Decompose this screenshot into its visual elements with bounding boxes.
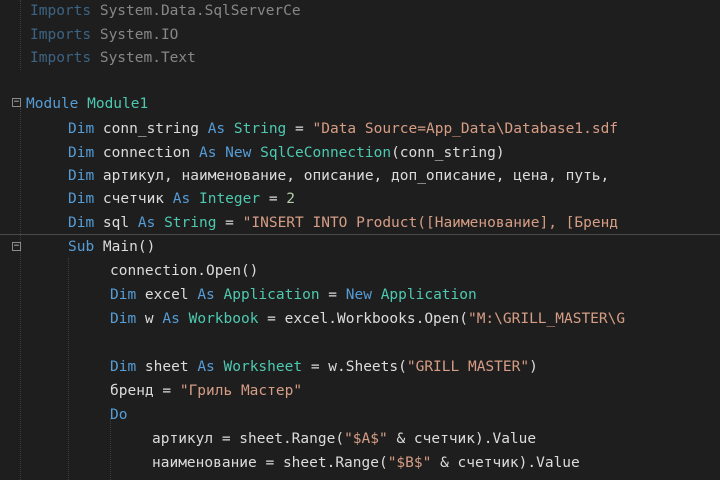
code-line-2[interactable]: Imports System.IO <box>0 24 720 46</box>
code-text: (conn_string) <box>391 145 505 161</box>
code-text: System.IO <box>91 27 179 43</box>
code-text: connection <box>94 145 199 161</box>
keyword: As <box>197 287 215 303</box>
code-text: = <box>319 287 346 303</box>
keyword: Module <box>26 96 79 112</box>
string-literal: "GRILL MASTER" <box>406 359 530 375</box>
type-name: String <box>233 121 287 137</box>
keyword: As <box>197 359 215 375</box>
string-literal: "INSERT INTO Product([Наименование], [Бр… <box>242 215 619 231</box>
string-literal: "Data Source=App_Data\Database1.sdf <box>312 121 619 137</box>
code-line-1[interactable]: Imports System.Data.SqlServerCe <box>0 0 720 22</box>
code-line-open[interactable]: connection.Open() <box>0 260 720 282</box>
keyword: Dim <box>68 121 95 137</box>
code-text: System.Data.SqlServerCe <box>91 3 301 19</box>
code-text: счетчик <box>94 191 173 207</box>
string-literal: "M:\GRILL_MASTER\G <box>467 311 626 327</box>
keyword: As <box>162 311 180 327</box>
collapse-module-icon[interactable]: − <box>12 98 21 107</box>
keyword: Dim <box>68 145 95 161</box>
keyword: Do <box>110 407 128 423</box>
code-text: sql <box>94 215 138 231</box>
keyword: Dim <box>68 168 95 184</box>
code-text: Main() <box>94 239 156 255</box>
code-text: connection.Open() <box>110 263 259 279</box>
code-line-sub-main[interactable]: Sub Main() <box>0 236 720 258</box>
type-name: Worksheet <box>223 359 303 375</box>
keyword: Imports <box>30 50 92 66</box>
code-text: w <box>136 311 163 327</box>
code-line-vars[interactable]: Dim артикул, наименование, описание, доп… <box>0 165 720 187</box>
code-line-3[interactable]: Imports System.Text <box>0 47 720 69</box>
module-name: Module1 <box>78 96 149 112</box>
code-text: артикул = sheet.Range( <box>152 431 345 447</box>
code-text: ) <box>529 359 538 375</box>
type-name: Application <box>223 287 320 303</box>
code-text: = excel.Workbooks.Open( <box>258 311 468 327</box>
code-text: & счетчик).Value <box>387 431 537 447</box>
code-line-conn-string[interactable]: Dim conn_string As String = "Data Source… <box>0 118 720 140</box>
keyword: As <box>207 121 226 137</box>
code-line-sheet[interactable]: Dim sheet As Worksheet = w.Sheets("GRILL… <box>0 356 720 378</box>
keyword: Sub <box>68 239 95 255</box>
code-line-excel[interactable]: Dim excel As Application = New Applicati… <box>0 284 720 306</box>
string-literal: "$A$" <box>344 431 388 447</box>
type-name: SqlCeConnection <box>260 145 392 161</box>
code-text: артикул, наименование, описание, доп_опи… <box>94 168 610 184</box>
code-text: & счетчик).Value <box>431 455 580 471</box>
code-text: sheet <box>136 359 198 375</box>
code-text: = <box>216 215 243 231</box>
keyword: Imports <box>30 3 92 19</box>
keyword: Dim <box>110 311 137 327</box>
keyword: Dim <box>110 359 137 375</box>
type-name: Workbook <box>188 311 259 327</box>
type-name: String <box>164 215 217 231</box>
keyword: As <box>198 145 217 161</box>
code-text: наименование = sheet.Range( <box>152 455 388 471</box>
number-literal: 2 <box>286 191 296 207</box>
keyword: New <box>345 287 372 303</box>
code-text: = <box>286 121 313 137</box>
string-literal: "Гриль Мастер" <box>179 383 303 399</box>
code-text: = w.Sheets( <box>302 359 407 375</box>
code-line-name[interactable]: наименование = sheet.Range("$B$" & счетч… <box>0 452 720 474</box>
type-name: Integer <box>198 191 261 207</box>
current-line-highlight <box>0 234 720 235</box>
keyword: Imports <box>30 27 92 43</box>
type-name: Application <box>380 287 477 303</box>
code-editor[interactable]: Imports System.Data.SqlServerCe Imports … <box>0 0 720 480</box>
code-line-workbook[interactable]: Dim w As Workbook = excel.Workbooks.Open… <box>0 308 720 330</box>
code-text: excel <box>136 287 198 303</box>
code-text: бренд = <box>110 383 180 399</box>
code-line-connection[interactable]: Dim connection As New SqlCeConnection(co… <box>0 142 720 164</box>
keyword: New <box>225 145 252 161</box>
code-text: = <box>260 191 287 207</box>
keyword: As <box>172 191 191 207</box>
keyword: As <box>137 215 156 231</box>
code-text: System.Text <box>91 50 196 66</box>
code-line-article[interactable]: артикул = sheet.Range("$A$" & счетчик).V… <box>0 428 720 450</box>
string-literal: "$B$" <box>387 455 432 471</box>
code-line-counter[interactable]: Dim счетчик As Integer = 2 <box>0 188 720 210</box>
code-line-do[interactable]: Do <box>0 404 720 426</box>
code-text: conn_string <box>94 121 208 137</box>
keyword: Dim <box>110 287 137 303</box>
keyword: Dim <box>68 191 95 207</box>
code-line-sql[interactable]: Dim sql As String = "INSERT INTO Product… <box>0 212 720 234</box>
keyword: Dim <box>68 215 95 231</box>
code-line-brand[interactable]: бренд = "Гриль Мастер" <box>0 380 720 402</box>
code-line-module[interactable]: Module Module1 <box>24 93 720 115</box>
